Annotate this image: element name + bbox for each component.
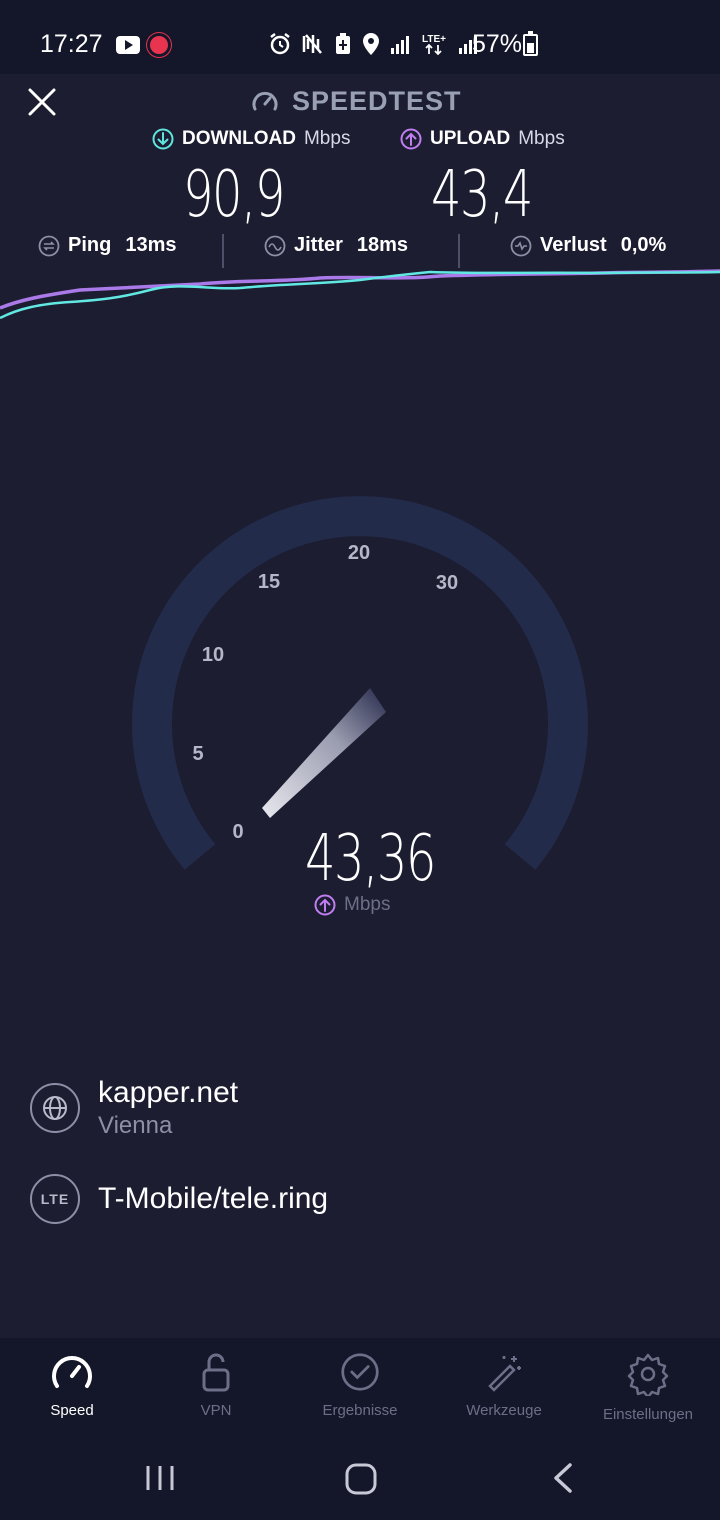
globe-icon [43,1096,67,1120]
provider-name: T-Mobile/tele.ring [98,1182,329,1215]
nav-item-settings[interactable]: Einstellungen [578,1352,718,1423]
upload-unit: Mbps [518,128,565,149]
upload-arrow-icon [314,894,336,916]
gauge-tick-label: 15 [258,571,280,593]
app-title: SPEEDTEST [292,86,462,116]
svg-text:LTE+: LTE+ [422,34,446,45]
nav-label-tools: Werkzeuge [466,1402,542,1419]
upload-arrow-icon [400,128,422,150]
download-value: 90,9 [183,158,285,232]
nav-label-settings: Einstellungen [602,1406,694,1423]
download-history-line [0,270,720,320]
current-speed-value: 43,36 [305,822,436,896]
provider-info: LTE T-Mobile/tele.ring [30,1174,328,1224]
download-unit: Mbps [303,128,351,149]
download-arrow-icon [152,128,174,150]
speedometer-icon [252,91,278,110]
gauge-track [132,496,588,870]
jitter-value: 18ms [356,234,409,256]
nav-item-tools[interactable]: Werkzeuge [434,1352,574,1419]
jitter-label: Jitter [294,234,343,256]
youtube-icon [116,36,140,54]
close-icon [28,88,56,116]
ping-icon [38,235,60,256]
gauge-needle [262,688,386,818]
upload-value: 43,4 [431,158,533,232]
nav-item-results[interactable]: Ergebnisse [290,1352,430,1419]
recording-icon [150,36,168,54]
lock-icon [202,1353,230,1392]
loss-value: 0,0% [620,234,667,256]
gauge-tick-label: 10 [202,644,224,666]
vibrate-icon [302,34,322,54]
home-icon [345,1463,377,1495]
download-label: DOWNLOAD Mbps [152,128,350,150]
status-icons: LTE+ [268,32,480,56]
gear-icon [627,1353,669,1396]
status-time: 17:27 [40,30,103,58]
battery-icon [523,31,538,56]
loss-stat: Verlust 0,0% [510,234,666,257]
nav-item-speed[interactable]: Speed [2,1352,142,1419]
bottom-nav: Speed VPN Ergebnisse Werkzeuge Einstellu… [0,1338,720,1438]
server-name: kapper.net [98,1076,239,1109]
home-button[interactable] [344,1462,378,1501]
upload-label: UPLOAD Mbps [400,128,565,150]
gauge-tick-label: 20 [348,542,370,564]
recents-button[interactable] [144,1462,176,1499]
current-speed-unit-text: Mbps [344,894,391,915]
status-bar: 17:27 LTE+ 57% [0,0,720,74]
close-button[interactable] [26,86,58,118]
recents-icon [146,1466,174,1490]
upload-history-line [0,269,720,310]
packet-loss-icon [510,235,532,256]
alarm-icon [270,33,290,55]
back-icon [554,1463,572,1493]
nav-label-vpn: VPN [200,1402,232,1419]
nav-label-speed: Speed [50,1402,94,1419]
ping-value: 13ms [125,234,177,256]
lte-badge: LTE [30,1174,80,1224]
jitter-icon [264,235,286,256]
server-location: Vienna [98,1112,173,1139]
signal-icon [391,36,409,54]
magic-wand-icon [488,1356,521,1392]
app-header: SPEEDTEST [250,86,462,117]
speed-history-graph [0,269,720,320]
loss-label: Verlust [540,234,607,256]
globe-icon-wrapper [30,1083,80,1133]
jitter-stat: Jitter 18ms [264,234,408,257]
lte-badge-text: LTE [40,1191,70,1207]
ping-label: Ping [68,234,112,256]
gauge-tick-label: 0 [232,821,243,843]
gauge-tick-label: 30 [436,572,458,594]
current-speed-unit: Mbps [314,894,390,916]
server-info[interactable]: kapper.net Vienna [30,1076,238,1140]
battery-saver-icon [336,33,350,54]
ping-stat: Ping 13ms [38,234,177,257]
upload-label-text: UPLOAD [430,128,511,149]
lte-plus-icon: LTE+ [422,34,446,56]
nav-item-vpn[interactable]: VPN [146,1352,286,1419]
back-button[interactable] [550,1462,578,1499]
speedometer-icon [52,1356,92,1388]
server-text: kapper.net Vienna [98,1076,238,1140]
gauge-tick-label: 5 [192,743,203,765]
battery-percent: 57% [472,30,523,58]
download-label-text: DOWNLOAD [182,128,296,149]
check-circle-icon [341,1353,379,1391]
location-icon [363,33,379,55]
nav-label-results: Ergebnisse [322,1402,398,1419]
system-nav-bar [0,1438,720,1520]
provider-text: T-Mobile/tele.ring [98,1182,328,1216]
